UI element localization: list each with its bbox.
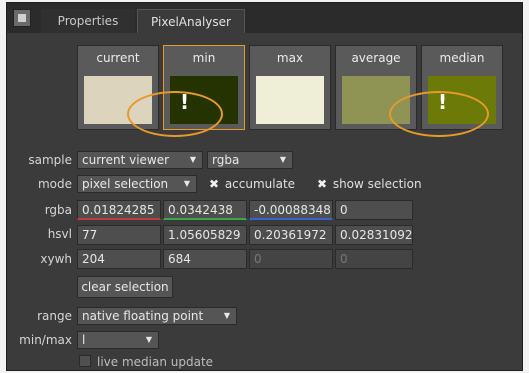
- xywh-x-field[interactable]: 204: [77, 249, 161, 269]
- mode-label: mode: [37, 177, 72, 191]
- swatch-color: !: [170, 76, 238, 124]
- swatch-color: [256, 76, 324, 124]
- chevron-down-icon: ▼: [189, 155, 196, 164]
- checkbox-box: [79, 355, 91, 367]
- hsvl-hue-field[interactable]: 77: [77, 225, 161, 245]
- live-median-update-checkbox[interactable]: live median update: [79, 355, 213, 369]
- sample-channels-dropdown[interactable]: rgba ▼: [207, 151, 293, 169]
- swatch-min[interactable]: min !: [163, 45, 245, 130]
- range-label: range: [37, 309, 72, 323]
- sample-source-dropdown[interactable]: current viewer ▼: [77, 151, 203, 169]
- swatch-label: min: [192, 51, 216, 65]
- rgba-red-field[interactable]: 0.01824285: [77, 200, 161, 220]
- swatch-color: [84, 76, 152, 124]
- swatch-label: median: [439, 51, 485, 65]
- xywh-y-field[interactable]: 684: [163, 249, 247, 269]
- hsvl-saturation-field[interactable]: 1.05605829: [163, 225, 247, 245]
- warning-icon: !: [180, 90, 190, 114]
- app-window: Properties PixelAnalyser current min ! m…: [0, 0, 529, 373]
- xywh-width-field: 0: [249, 249, 333, 269]
- swatch-current: current: [77, 45, 159, 130]
- hsvl-label: hsvl: [47, 227, 72, 241]
- minmax-label: min/max: [19, 333, 72, 347]
- swatch-max: max: [249, 45, 331, 130]
- rgba-label: rgba: [44, 203, 72, 217]
- checkmark-icon: ✖: [317, 177, 328, 191]
- swatch-label: current: [96, 51, 140, 65]
- hsvl-value-field[interactable]: 0.20361972: [249, 225, 333, 245]
- rgba-green-field[interactable]: 0.0342438: [163, 200, 247, 220]
- pixel-analyser-panel: Properties PixelAnalyser current min ! m…: [6, 2, 523, 371]
- mode-value: pixel selection: [82, 177, 169, 191]
- tab-pixelanalyser[interactable]: PixelAnalyser: [137, 9, 245, 33]
- clear-selection-button[interactable]: clear selection: [77, 276, 173, 298]
- checkmark-icon: ✖: [209, 177, 220, 191]
- swatch-color: !: [428, 76, 496, 124]
- accumulate-checkbox[interactable]: ✖ accumulate: [209, 177, 295, 191]
- chevron-down-icon: ▼: [183, 179, 190, 188]
- minmax-value: l: [82, 333, 86, 347]
- swatch-label: max: [276, 51, 304, 65]
- panel-grip-icon[interactable]: [13, 9, 31, 27]
- xywh-height-field: 0: [335, 249, 413, 269]
- tab-bar: Properties PixelAnalyser: [7, 3, 522, 33]
- hsvl-luminance-field[interactable]: 0.02831092: [335, 225, 413, 245]
- warning-icon: !: [438, 90, 448, 114]
- swatch-label: average: [351, 51, 401, 65]
- chevron-down-icon: ▼: [279, 155, 286, 164]
- minmax-dropdown[interactable]: l ▼: [77, 331, 159, 349]
- sample-label: sample: [28, 153, 72, 167]
- swatch-color: [342, 76, 410, 124]
- range-dropdown[interactable]: native floating point ▼: [77, 307, 237, 325]
- rgba-alpha-field[interactable]: 0: [335, 200, 413, 220]
- sample-channels-value: rgba: [212, 153, 240, 167]
- xywh-label: xywh: [40, 252, 72, 266]
- range-value: native floating point: [82, 309, 204, 323]
- swatch-average: average: [335, 45, 417, 130]
- swatch-median: median !: [421, 45, 503, 130]
- chevron-down-icon: ▼: [145, 335, 152, 344]
- chevron-down-icon: ▼: [223, 311, 230, 320]
- mode-dropdown[interactable]: pixel selection ▼: [77, 175, 197, 193]
- sample-source-value: current viewer: [82, 153, 170, 167]
- live-median-update-label: live median update: [97, 355, 214, 369]
- tab-properties[interactable]: Properties: [41, 9, 135, 33]
- rgba-blue-field[interactable]: -0.00088348: [249, 200, 333, 220]
- show-selection-checkbox[interactable]: ✖ show selection: [317, 177, 422, 191]
- show-selection-label: show selection: [332, 177, 422, 191]
- accumulate-label: accumulate: [224, 177, 296, 191]
